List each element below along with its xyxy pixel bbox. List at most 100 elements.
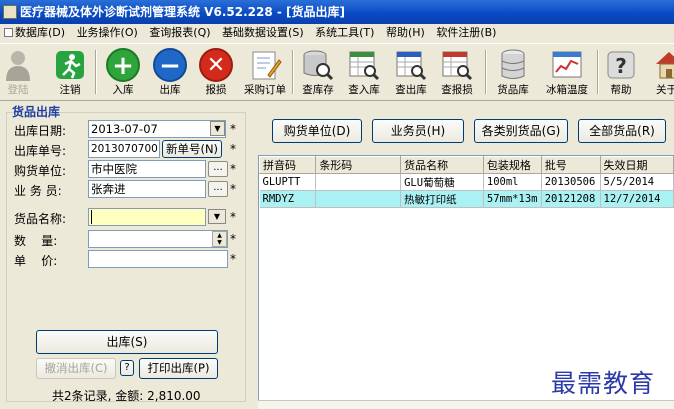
fridge-temperature-button[interactable]: 冰箱温度 bbox=[543, 46, 591, 100]
logout-runner-icon bbox=[56, 51, 84, 79]
product-dropdown-icon[interactable]: ▼ bbox=[208, 209, 226, 224]
menu-basic-settings[interactable]: 基础数据设置(S) bbox=[218, 24, 308, 42]
database-icon bbox=[501, 49, 525, 79]
menu-operations[interactable]: 业务操作(O) bbox=[73, 24, 142, 42]
window-title: 医疗器械及体外诊断试剂管理系统 V6.52.228 - [货品出库] bbox=[20, 5, 345, 19]
required-mark: * bbox=[230, 142, 236, 156]
database-menu-icon bbox=[4, 28, 13, 37]
table-cell: GLUPTT bbox=[259, 173, 317, 191]
help-button[interactable]: ? 帮助 bbox=[603, 46, 639, 100]
menu-bar: 数据库(D) 业务操作(O) 查询报表(Q) 基础数据设置(S) 系统工具(T)… bbox=[0, 24, 674, 42]
table-cell: 20121208 bbox=[541, 190, 601, 208]
about-button[interactable]: 关于 bbox=[646, 46, 674, 100]
required-mark: * bbox=[230, 232, 236, 246]
column-header-product-name[interactable]: 货品名称 bbox=[400, 156, 484, 174]
table-cell: GLU葡萄糖 bbox=[400, 173, 484, 191]
toolbar-separator bbox=[485, 50, 487, 94]
table-cell: 热敏打印纸 bbox=[400, 190, 484, 208]
login-user-icon bbox=[6, 51, 30, 81]
check-inbound-button[interactable]: 查入库 bbox=[344, 46, 384, 100]
print-outbound-button[interactable]: 打印出库(P) bbox=[139, 358, 218, 379]
x-circle-icon: ✕ bbox=[199, 48, 233, 82]
fridge-chart-icon bbox=[552, 51, 582, 78]
clerk-field[interactable]: 张奔进 bbox=[88, 180, 206, 198]
damage-report-button[interactable]: ✕ 报损 bbox=[197, 46, 235, 100]
buyer-label: 购货单位: bbox=[14, 164, 67, 178]
product-list-panel: 购货单位(D) 业务员(H) 各类别货品(G) 全部货品(R) 拼音码 条形码 … bbox=[252, 102, 674, 409]
toolbar-separator bbox=[597, 50, 599, 94]
buyer-browse-button[interactable]: ... bbox=[208, 161, 228, 177]
required-mark: * bbox=[230, 182, 236, 196]
filter-all-button[interactable]: 全部货品(R) bbox=[578, 119, 666, 143]
date-picker[interactable]: 2013-07-07 bbox=[88, 120, 226, 138]
column-header-barcode[interactable]: 条形码 bbox=[315, 156, 402, 174]
table-cell: 57mm*13m bbox=[483, 190, 542, 208]
order-number-field[interactable]: 20130707001 bbox=[88, 140, 160, 158]
table-cell bbox=[315, 173, 402, 191]
outbound-button[interactable]: − 出库 bbox=[151, 46, 189, 100]
required-mark: * bbox=[230, 210, 236, 224]
db-search-icon bbox=[303, 50, 334, 81]
watermark-text: 最需教育 bbox=[551, 369, 656, 398]
cancel-outbound-button[interactable]: 撤消出库(C) bbox=[36, 358, 116, 379]
minus-circle-icon: − bbox=[153, 48, 187, 82]
horizontal-scrollbar[interactable] bbox=[258, 400, 674, 409]
table-cell bbox=[315, 190, 402, 208]
price-input[interactable] bbox=[88, 250, 228, 268]
date-label: 出库日期: bbox=[14, 124, 67, 138]
column-header-package-spec[interactable]: 包装规格 bbox=[482, 156, 542, 174]
required-mark: * bbox=[230, 122, 236, 136]
check-damage-button[interactable]: 查报损 bbox=[437, 46, 477, 100]
product-name-input[interactable] bbox=[88, 208, 206, 226]
new-order-number-button[interactable]: 新单号(N) bbox=[162, 140, 222, 158]
date-dropdown-icon[interactable]: ▼ bbox=[210, 121, 225, 136]
clerk-label: 业 务 员: bbox=[14, 184, 62, 198]
quantity-input[interactable] bbox=[88, 230, 228, 248]
clerk-browse-button[interactable]: ... bbox=[208, 181, 228, 197]
summary-text: 共2条记录, 金额: 2,810.00 bbox=[52, 389, 201, 403]
login-button[interactable]: 登陆 bbox=[0, 46, 36, 100]
filter-clerk-button[interactable]: 业务员(H) bbox=[372, 119, 464, 143]
purchase-order-button[interactable]: 采购订单 bbox=[241, 46, 289, 100]
menu-query-reports[interactable]: 查询报表(Q) bbox=[145, 24, 214, 42]
menu-database[interactable]: 数据库(D) bbox=[0, 24, 69, 42]
menu-system-tools[interactable]: 系统工具(T) bbox=[311, 24, 378, 42]
toolbar: 登陆 注销 + 入库 − 出库 ✕ 报损 采购订单 查库存 查入库 查出库 查报… bbox=[0, 43, 674, 101]
order-number-label: 出库单号: bbox=[14, 144, 67, 158]
outbound-submit-button[interactable]: 出库(S) bbox=[36, 330, 218, 354]
plus-circle-icon: + bbox=[106, 48, 140, 82]
house-icon bbox=[656, 52, 674, 79]
product-library-button[interactable]: 货品库 bbox=[493, 46, 533, 100]
check-outbound-button[interactable]: 查出库 bbox=[391, 46, 431, 100]
filter-category-button[interactable]: 各类别货品(G) bbox=[474, 119, 568, 143]
quantity-label: 数 量: bbox=[14, 234, 58, 248]
table-header-row: 拼音码 条形码 货品名称 包装规格 批号 失效日期 bbox=[259, 156, 674, 174]
table-cell: 12/7/2014 bbox=[600, 190, 674, 208]
table-cell: RMDYZ bbox=[259, 190, 317, 208]
order-pen-icon bbox=[252, 51, 282, 80]
table-row[interactable]: GLUPTT GLU葡萄糖 100ml 20130506 5/5/2014 bbox=[259, 173, 674, 191]
logout-button[interactable]: 注销 bbox=[50, 46, 90, 100]
menu-registration[interactable]: 软件注册(B) bbox=[432, 24, 500, 42]
price-label: 单 价: bbox=[14, 254, 58, 268]
buyer-field[interactable]: 市中医院 bbox=[88, 160, 206, 178]
menu-help[interactable]: 帮助(H) bbox=[382, 24, 429, 42]
column-header-expiry[interactable]: 失效日期 bbox=[599, 156, 674, 174]
sheet-search-icon bbox=[396, 51, 427, 81]
table-row-selected[interactable]: RMDYZ 热敏打印纸 57mm*13m 20121208 12/7/2014 bbox=[259, 190, 674, 208]
check-stock-button[interactable]: 查库存 bbox=[298, 46, 338, 100]
column-header-pinyin[interactable]: 拼音码 bbox=[259, 156, 317, 174]
product-grid: 拼音码 条形码 货品名称 包装规格 批号 失效日期 GLUPTT GLU葡萄糖 … bbox=[259, 156, 674, 208]
sheet-search-icon bbox=[349, 51, 380, 81]
sheet-search-icon bbox=[442, 51, 473, 81]
help-small-button[interactable]: ? bbox=[120, 360, 134, 376]
help-icon: ? bbox=[607, 51, 635, 79]
quantity-spinner[interactable]: ▲ ▼ bbox=[212, 231, 227, 247]
svg-text:?: ? bbox=[615, 54, 627, 78]
filter-buyer-button[interactable]: 购货单位(D) bbox=[272, 119, 362, 143]
table-cell: 5/5/2014 bbox=[600, 173, 674, 191]
inbound-button[interactable]: + 入库 bbox=[104, 46, 142, 100]
product-label: 货品名称: bbox=[14, 212, 67, 226]
column-header-batch[interactable]: 批号 bbox=[540, 156, 601, 174]
table-cell: 20130506 bbox=[541, 173, 601, 191]
